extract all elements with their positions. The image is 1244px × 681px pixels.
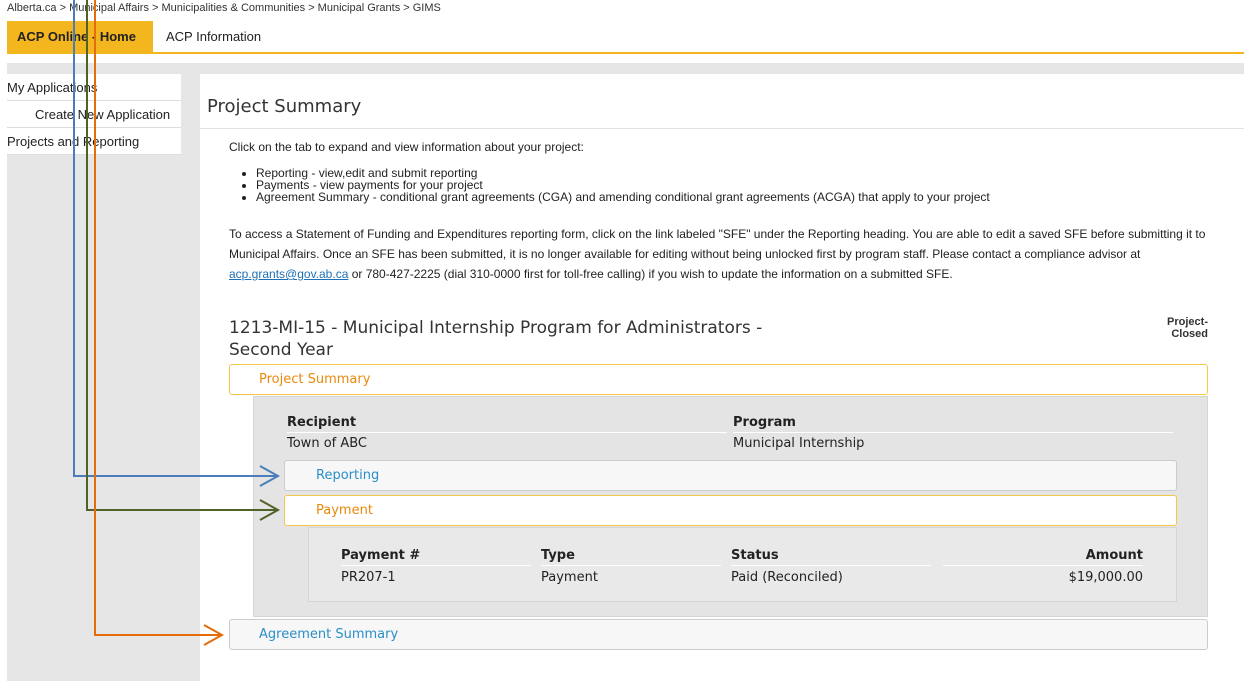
tab-acp-online-home[interactable]: ACP Online - Home: [7, 21, 153, 52]
agreement-summary-panel-header[interactable]: Agreement Summary: [229, 619, 1208, 650]
access-text-before: To access a Statement of Funding and Exp…: [229, 227, 1206, 261]
program-divider: [733, 432, 1173, 433]
payment-number-cell: PR207-1: [341, 570, 396, 585]
status-header: Status: [731, 548, 779, 563]
main-content: Project Summary Click on the tab to expa…: [200, 74, 1244, 681]
access-instructions: To access a Statement of Funding and Exp…: [229, 224, 1229, 284]
reporting-panel-header[interactable]: Reporting: [284, 460, 1177, 491]
intro-text: Click on the tab to expand and view info…: [229, 140, 1229, 203]
program-value: Municipal Internship: [733, 436, 865, 451]
page-title: Project Summary: [207, 96, 362, 117]
tab-acp-information[interactable]: ACP Information: [166, 21, 261, 52]
payment-panel-header[interactable]: Payment: [284, 495, 1177, 526]
recipient-label: Recipient: [287, 415, 357, 430]
sidebar-item-my-applications[interactable]: My Applications: [7, 74, 181, 101]
access-text-after: or 780-427-2225 (dial 310-0000 first for…: [348, 267, 953, 281]
breadcrumb[interactable]: Alberta.ca > Municipal Affairs > Municip…: [7, 2, 441, 14]
intro-bullets: Reporting - view,edit and submit reporti…: [256, 167, 1229, 203]
project-status-line1: Project-: [1167, 316, 1208, 328]
intro-line: Click on the tab to expand and view info…: [229, 140, 584, 154]
sidebar: My Applications Create New Application P…: [7, 74, 181, 155]
table-divider: [943, 565, 1143, 566]
project-status-line2: Closed: [1171, 328, 1208, 340]
top-nav: ACP Online - Home ACP Information: [7, 21, 1244, 54]
sidebar-item-create-new-application[interactable]: Create New Application: [7, 101, 181, 128]
payment-number-header: Payment #: [341, 548, 421, 563]
project-status: Project- Closed: [1167, 316, 1208, 340]
amount-cell: $19,000.00: [1068, 570, 1143, 585]
title-divider: [200, 128, 1244, 129]
type-header: Type: [541, 548, 575, 563]
amount-header: Amount: [1085, 548, 1143, 563]
contact-email-link[interactable]: acp.grants@gov.ab.ca: [229, 267, 348, 281]
project-title: 1213-MI-15 - Municipal Internship Progra…: [229, 318, 763, 360]
payment-table: Payment # Type Status Amount PR207-1 Pay…: [308, 527, 1177, 602]
status-cell: Paid (Reconciled): [731, 570, 843, 585]
type-cell: Payment: [541, 570, 598, 585]
program-label: Program: [733, 415, 796, 430]
sidebar-item-projects-and-reporting[interactable]: Projects and Reporting: [7, 128, 181, 155]
table-divider: [541, 565, 721, 566]
table-divider: [731, 565, 931, 566]
recipient-value: Town of ABC: [287, 436, 368, 451]
recipient-divider: [287, 432, 727, 433]
bullet-agreement-summary: Agreement Summary - conditional grant ag…: [256, 191, 1229, 203]
project-summary-panel-header[interactable]: Project Summary: [229, 364, 1208, 395]
table-divider: [341, 565, 531, 566]
